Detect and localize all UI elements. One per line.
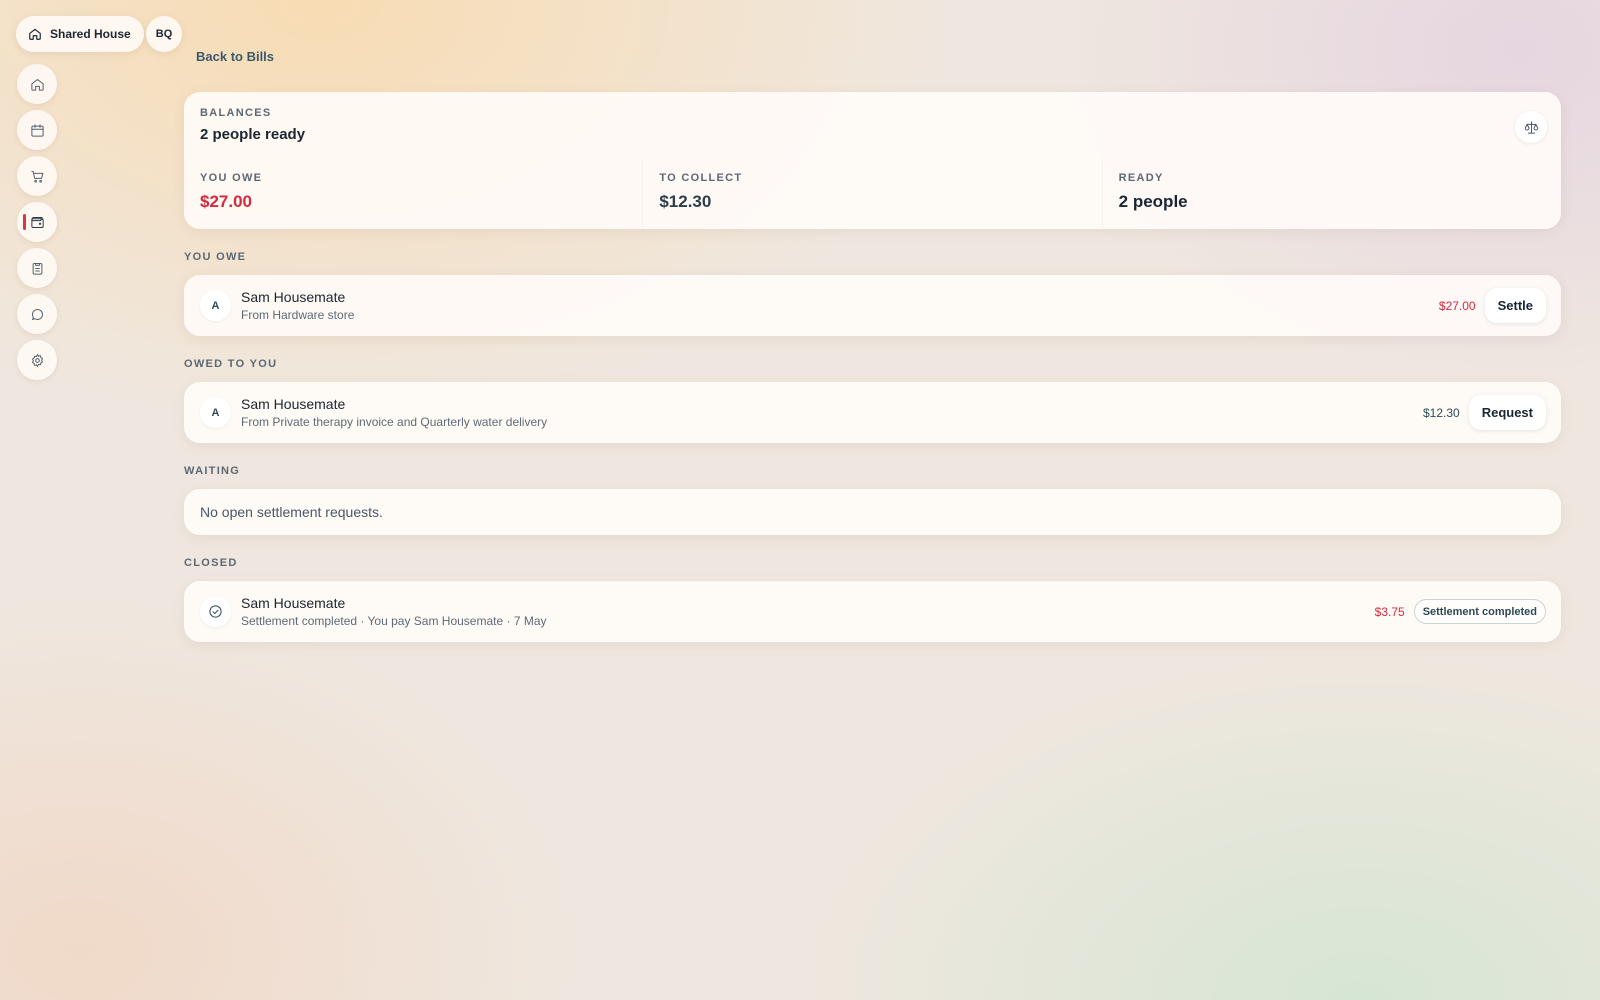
metric-to-collect: TO COLLECT $12.30 — [643, 158, 1102, 229]
back-to-bills-link[interactable]: Back to Bills — [196, 49, 274, 64]
row-description: Settlement completed · You pay Sam House… — [241, 614, 547, 628]
metric-label: TO COLLECT — [659, 172, 743, 184]
waiting-empty-state: No open settlement requests. — [184, 489, 1561, 535]
metric-value: $27.00 — [200, 192, 252, 211]
scale-icon — [1524, 120, 1538, 134]
person-name: Sam Housemate — [241, 595, 346, 611]
owed-to-you-row: A Sam Housemate From Private therapy inv… — [184, 382, 1561, 443]
nav-bills[interactable] — [17, 202, 57, 242]
amount: $3.75 — [1374, 604, 1405, 619]
row-description: From Hardware store — [241, 308, 355, 322]
settle-button[interactable]: Settle — [1484, 288, 1546, 323]
check-circle-icon — [209, 605, 222, 618]
nav-calendar[interactable] — [17, 110, 57, 150]
home-icon — [29, 28, 41, 40]
nav-shopping[interactable] — [17, 156, 57, 196]
balances-card: BALANCES 2 people ready YOU OWE $27.00 T… — [184, 92, 1561, 229]
nav-chat[interactable] — [17, 294, 57, 334]
metric-value: 2 people — [1118, 192, 1188, 211]
balances-subtitle: 2 people ready — [200, 126, 306, 143]
clipboard-icon — [32, 262, 42, 275]
person-name: Sam Housemate — [241, 289, 346, 305]
gear-icon — [31, 353, 43, 367]
calendar-icon — [30, 123, 44, 137]
chat-icon — [31, 308, 43, 320]
user-avatar[interactable]: BQ — [146, 16, 182, 52]
section-label-you-owe: YOU OWE — [184, 251, 247, 263]
nav-tasks[interactable] — [17, 248, 57, 288]
request-button[interactable]: Request — [1468, 395, 1546, 430]
status-badge: Settlement completed — [1413, 599, 1546, 624]
person-name: Sam Housemate — [241, 396, 346, 412]
metric-you-owe: YOU OWE $27.00 — [184, 158, 643, 229]
cart-icon — [30, 170, 43, 183]
avatar — [200, 596, 231, 627]
nav-settings[interactable] — [17, 340, 57, 380]
nav-home[interactable] — [17, 64, 57, 104]
house-name: Shared House — [50, 27, 131, 41]
balance-scale-button[interactable] — [1515, 111, 1547, 143]
section-label-owed-to-you: OWED TO YOU — [184, 358, 278, 370]
main-content: BALANCES 2 people ready YOU OWE $27.00 T… — [184, 92, 1561, 642]
nav-rail — [17, 64, 57, 386]
closed-row: Sam Housemate Settlement completed · You… — [184, 581, 1561, 642]
section-label-closed: CLOSED — [184, 557, 238, 569]
house-switcher[interactable]: Shared House — [16, 16, 144, 52]
row-description: From Private therapy invoice and Quarter… — [241, 415, 548, 429]
metric-value: $12.30 — [659, 192, 712, 211]
section-label-waiting: WAITING — [184, 465, 241, 477]
amount: $27.00 — [1438, 298, 1476, 313]
home-icon — [30, 78, 44, 91]
wallet-icon — [30, 216, 44, 228]
metric-label: READY — [1118, 172, 1164, 184]
amount: $12.30 — [1423, 405, 1460, 420]
balances-eyebrow: BALANCES — [200, 107, 272, 119]
metric-label: YOU OWE — [200, 172, 263, 184]
avatar: A — [200, 290, 231, 321]
metric-ready: READY 2 people — [1103, 158, 1561, 229]
avatar: A — [200, 397, 231, 428]
you-owe-row: A Sam Housemate From Hardware store $27.… — [184, 275, 1561, 336]
